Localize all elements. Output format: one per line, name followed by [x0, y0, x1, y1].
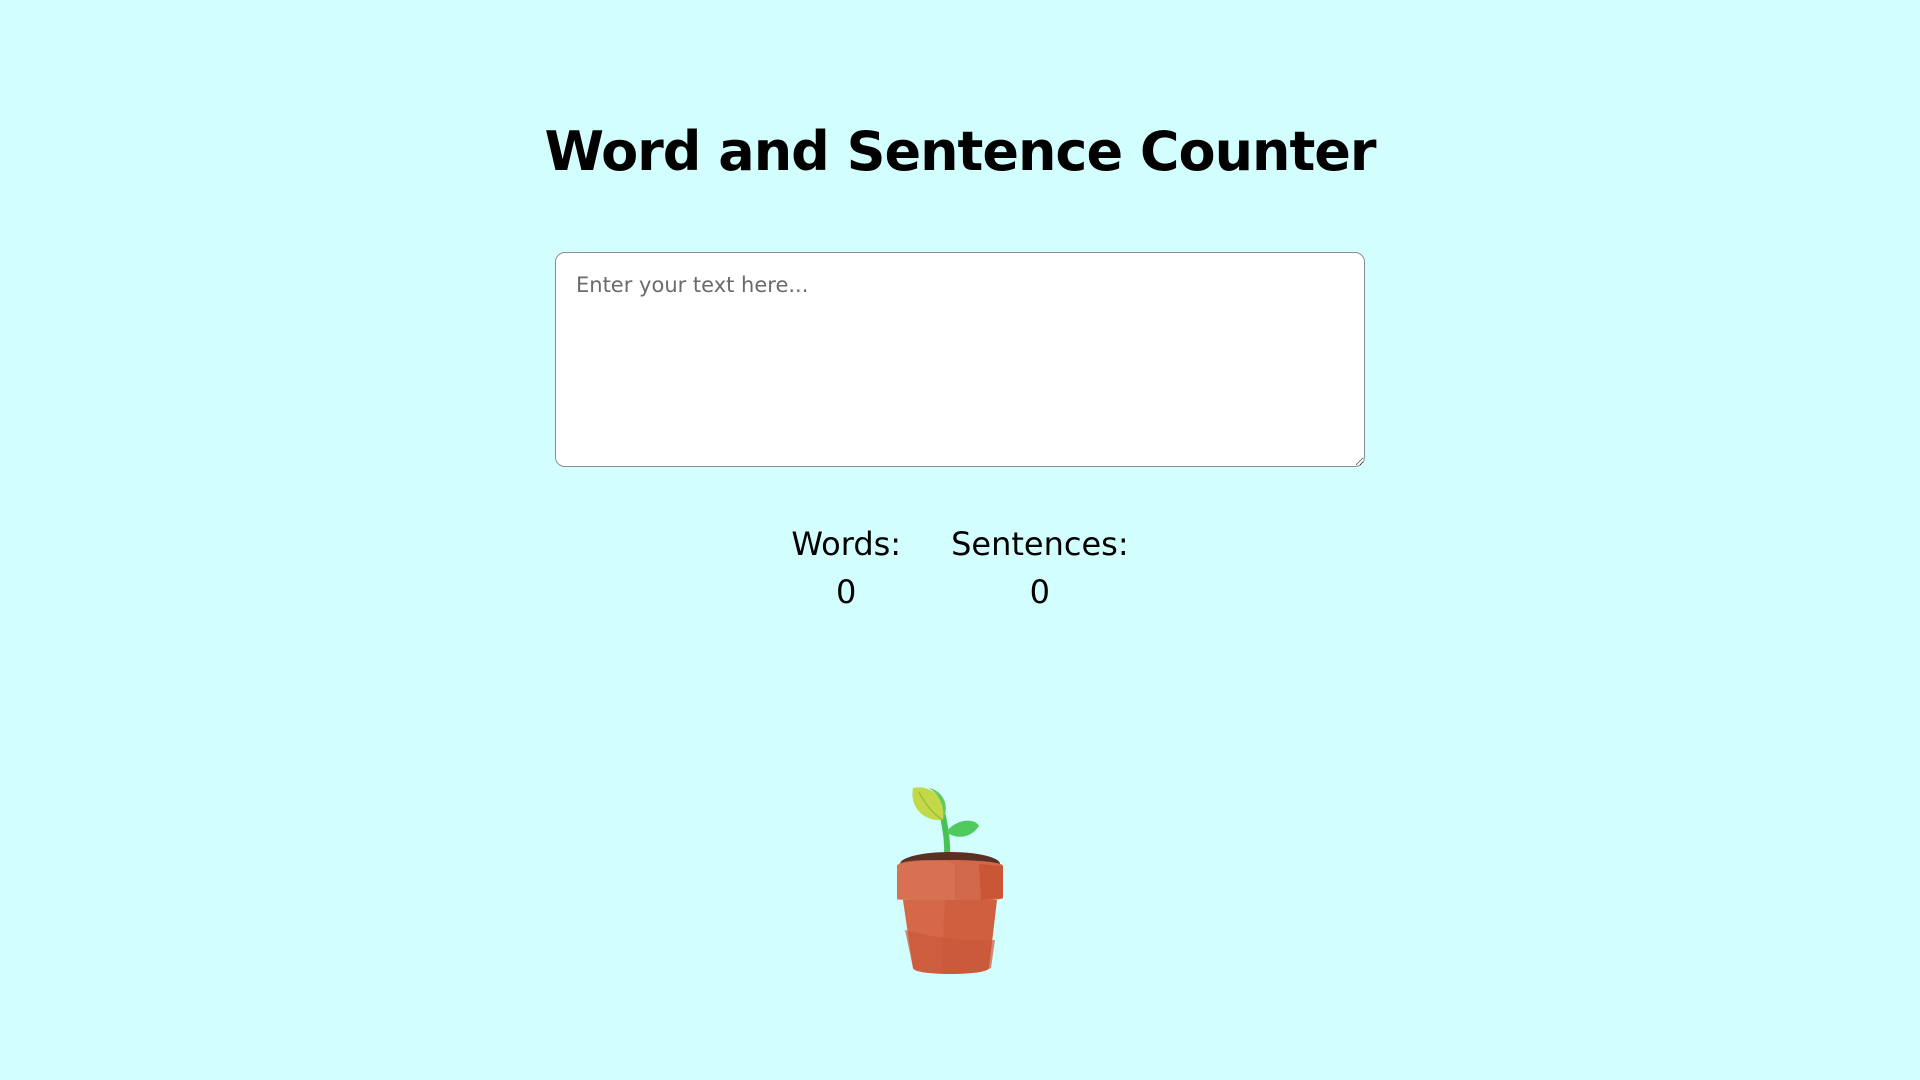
potted-plant-icon	[885, 780, 1025, 980]
word-count-label: Words:	[791, 525, 902, 563]
page-title: Word and Sentence Counter	[544, 120, 1376, 183]
sentence-count-label: Sentences:	[951, 525, 1129, 563]
word-count-stat: Words: 0	[791, 520, 901, 616]
page: Word and Sentence Counter Words: 0 Sente…	[0, 0, 1920, 1080]
sentence-count-stat: Sentences: 0	[951, 520, 1129, 616]
stats-panel: Words: 0 Sentences: 0	[0, 520, 1920, 616]
sentence-count-value: 0	[1029, 573, 1051, 611]
word-count-value: 0	[836, 573, 857, 611]
text-input[interactable]	[555, 252, 1365, 467]
